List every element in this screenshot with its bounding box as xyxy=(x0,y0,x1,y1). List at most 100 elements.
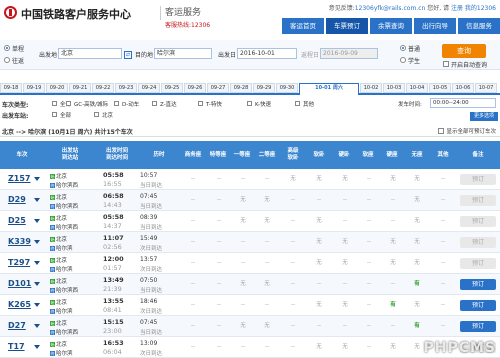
train-number-link[interactable]: D27 xyxy=(8,321,26,330)
type-gc-checkbox[interactable] xyxy=(66,101,71,106)
date-tab[interactable]: 10-06 xyxy=(452,83,474,93)
date-tab[interactable]: 09-19 xyxy=(23,83,45,93)
date-tab[interactable]: 09-18 xyxy=(0,83,22,93)
brand-title: 中国铁路客户服务中心 xyxy=(21,8,131,21)
seat-availability: -- xyxy=(343,323,347,329)
duration: 10:57 xyxy=(140,172,158,179)
query-button[interactable]: 查询 xyxy=(442,44,486,58)
type-other-checkbox[interactable] xyxy=(295,101,300,106)
type-d-checkbox[interactable] xyxy=(114,101,119,106)
book-button[interactable]: 预订 xyxy=(460,279,496,290)
arrival-time: 14:37 xyxy=(103,222,122,230)
end-station-tag: 终 xyxy=(50,183,55,188)
register-link[interactable]: 注册 xyxy=(451,5,463,12)
date-tabs: 09-18 09-19 09-20 09-21 09-22 09-23 09-24 09-25… xyxy=(0,83,500,95)
trip-round-radio[interactable] xyxy=(4,57,10,63)
train-number-link[interactable]: D25 xyxy=(8,216,26,225)
expand-stops-icon[interactable] xyxy=(34,177,40,181)
nav-item-4[interactable]: 信息服务 xyxy=(458,18,500,34)
date-tab[interactable]: 10-03 xyxy=(383,83,405,93)
to-input[interactable]: 哈尔滨 xyxy=(154,48,212,59)
type-t-label: T-特快 xyxy=(206,102,222,108)
train-number-link[interactable]: D29 xyxy=(8,195,26,204)
date-tab[interactable]: 09-28 xyxy=(230,83,252,93)
date-tab[interactable]: 09-21 xyxy=(69,83,91,93)
passenger-student-radio[interactable] xyxy=(400,57,406,63)
train-number-link[interactable]: Z157 xyxy=(8,174,31,183)
expand-stops-icon[interactable] xyxy=(34,219,40,223)
show-all-label: 显示全部可预订车次 xyxy=(446,129,496,135)
date-tab[interactable]: 09-27 xyxy=(207,83,229,93)
train-number-link[interactable]: T297 xyxy=(8,258,30,267)
seat-availability: 无 xyxy=(342,260,348,266)
date-tab[interactable]: 09-30 xyxy=(276,83,298,93)
nav-item-1[interactable]: 车票预订 xyxy=(326,18,368,34)
seat-availability: 无 xyxy=(342,176,348,182)
type-k-checkbox[interactable] xyxy=(247,101,252,106)
type-t-checkbox[interactable] xyxy=(198,101,203,106)
expand-stops-icon[interactable] xyxy=(34,345,40,349)
seat-availability: 无 xyxy=(390,344,396,350)
expand-stops-icon[interactable] xyxy=(34,303,40,307)
type-z-checkbox[interactable] xyxy=(152,101,157,106)
expand-stops-icon[interactable] xyxy=(34,198,40,202)
train-number-link[interactable]: T17 xyxy=(8,342,25,351)
from-all-checkbox[interactable] xyxy=(52,112,57,117)
date-tab[interactable]: 09-29 xyxy=(253,83,275,93)
date-tab[interactable]: 10-02 xyxy=(360,83,382,93)
nav-item-0[interactable]: 客运首页 xyxy=(282,18,324,34)
date-tab[interactable]: 09-20 xyxy=(46,83,68,93)
date-tab[interactable]: 09-26 xyxy=(184,83,206,93)
feedback-email-link[interactable]: 12306yfk@rails.com.cn xyxy=(355,5,426,12)
my-12306-link[interactable]: 我的12306 xyxy=(465,5,496,12)
more-options-button[interactable]: 更多选项 xyxy=(470,112,498,121)
date-tab[interactable]: 10-05 xyxy=(429,83,451,93)
book-button[interactable]: 预订 xyxy=(460,321,496,332)
date-tab[interactable]: 10-07 xyxy=(475,83,497,93)
from-input[interactable]: 北京 xyxy=(58,48,122,59)
column-header: 出发时间 到达时间 xyxy=(105,148,128,161)
duration: 13:09 xyxy=(140,340,158,347)
date-tab[interactable]: 10-04 xyxy=(406,83,428,93)
nav-item-3[interactable]: 出行向导 xyxy=(414,18,456,34)
seat-availability: -- xyxy=(317,323,321,329)
date-tab[interactable]: 10-01 周六 xyxy=(299,83,359,95)
return-date-input[interactable]: 2016-09-09 xyxy=(320,48,378,59)
nav-item-2[interactable]: 余票查询 xyxy=(370,18,412,34)
type-all-checkbox[interactable] xyxy=(52,101,57,106)
book-button: 预订 xyxy=(460,258,496,269)
auto-query-checkbox[interactable] xyxy=(443,61,449,67)
expand-stops-icon[interactable] xyxy=(34,240,40,244)
date-tab[interactable]: 09-24 xyxy=(138,83,160,93)
expand-stops-icon[interactable] xyxy=(34,282,40,286)
train-number-link[interactable]: D101 xyxy=(8,279,31,288)
seat-availability: 无 xyxy=(264,281,270,287)
type-other-label: 其他 xyxy=(303,102,315,108)
arrival-day: 当日到达 xyxy=(140,183,163,189)
seat-availability: -- xyxy=(217,239,221,245)
swap-stations-icon[interactable]: ⇄ xyxy=(124,51,132,59)
date-tab[interactable]: 09-25 xyxy=(161,83,183,93)
show-all-checkbox[interactable] xyxy=(438,128,444,134)
train-number-link[interactable]: K339 xyxy=(8,237,31,246)
seat-availability: -- xyxy=(367,344,371,350)
seat-availability: -- xyxy=(217,281,221,287)
type-z-label: Z-直达 xyxy=(160,102,177,108)
train-number-link[interactable]: K265 xyxy=(8,300,31,309)
trip-one-way-radio[interactable] xyxy=(4,45,10,51)
date-input[interactable]: 2016-10-01 xyxy=(237,48,297,59)
start-station-tag: 始 xyxy=(50,300,55,305)
seat-availability: -- xyxy=(191,197,195,203)
date-tab[interactable]: 09-22 xyxy=(92,83,114,93)
date-tab[interactable]: 09-23 xyxy=(115,83,137,93)
seat-availability: 无 xyxy=(342,344,348,350)
expand-stops-icon[interactable] xyxy=(34,261,40,265)
book-button[interactable]: 预订 xyxy=(460,300,496,311)
seat-availability: -- xyxy=(217,323,221,329)
depart-time-select[interactable]: 00:00--24:00 xyxy=(430,98,496,108)
passenger-normal-label: 普通 xyxy=(408,46,421,53)
column-header: 特等座 xyxy=(209,151,227,158)
passenger-normal-radio[interactable] xyxy=(400,45,406,51)
expand-stops-icon[interactable] xyxy=(34,324,40,328)
from-beijing-checkbox[interactable] xyxy=(94,112,99,117)
